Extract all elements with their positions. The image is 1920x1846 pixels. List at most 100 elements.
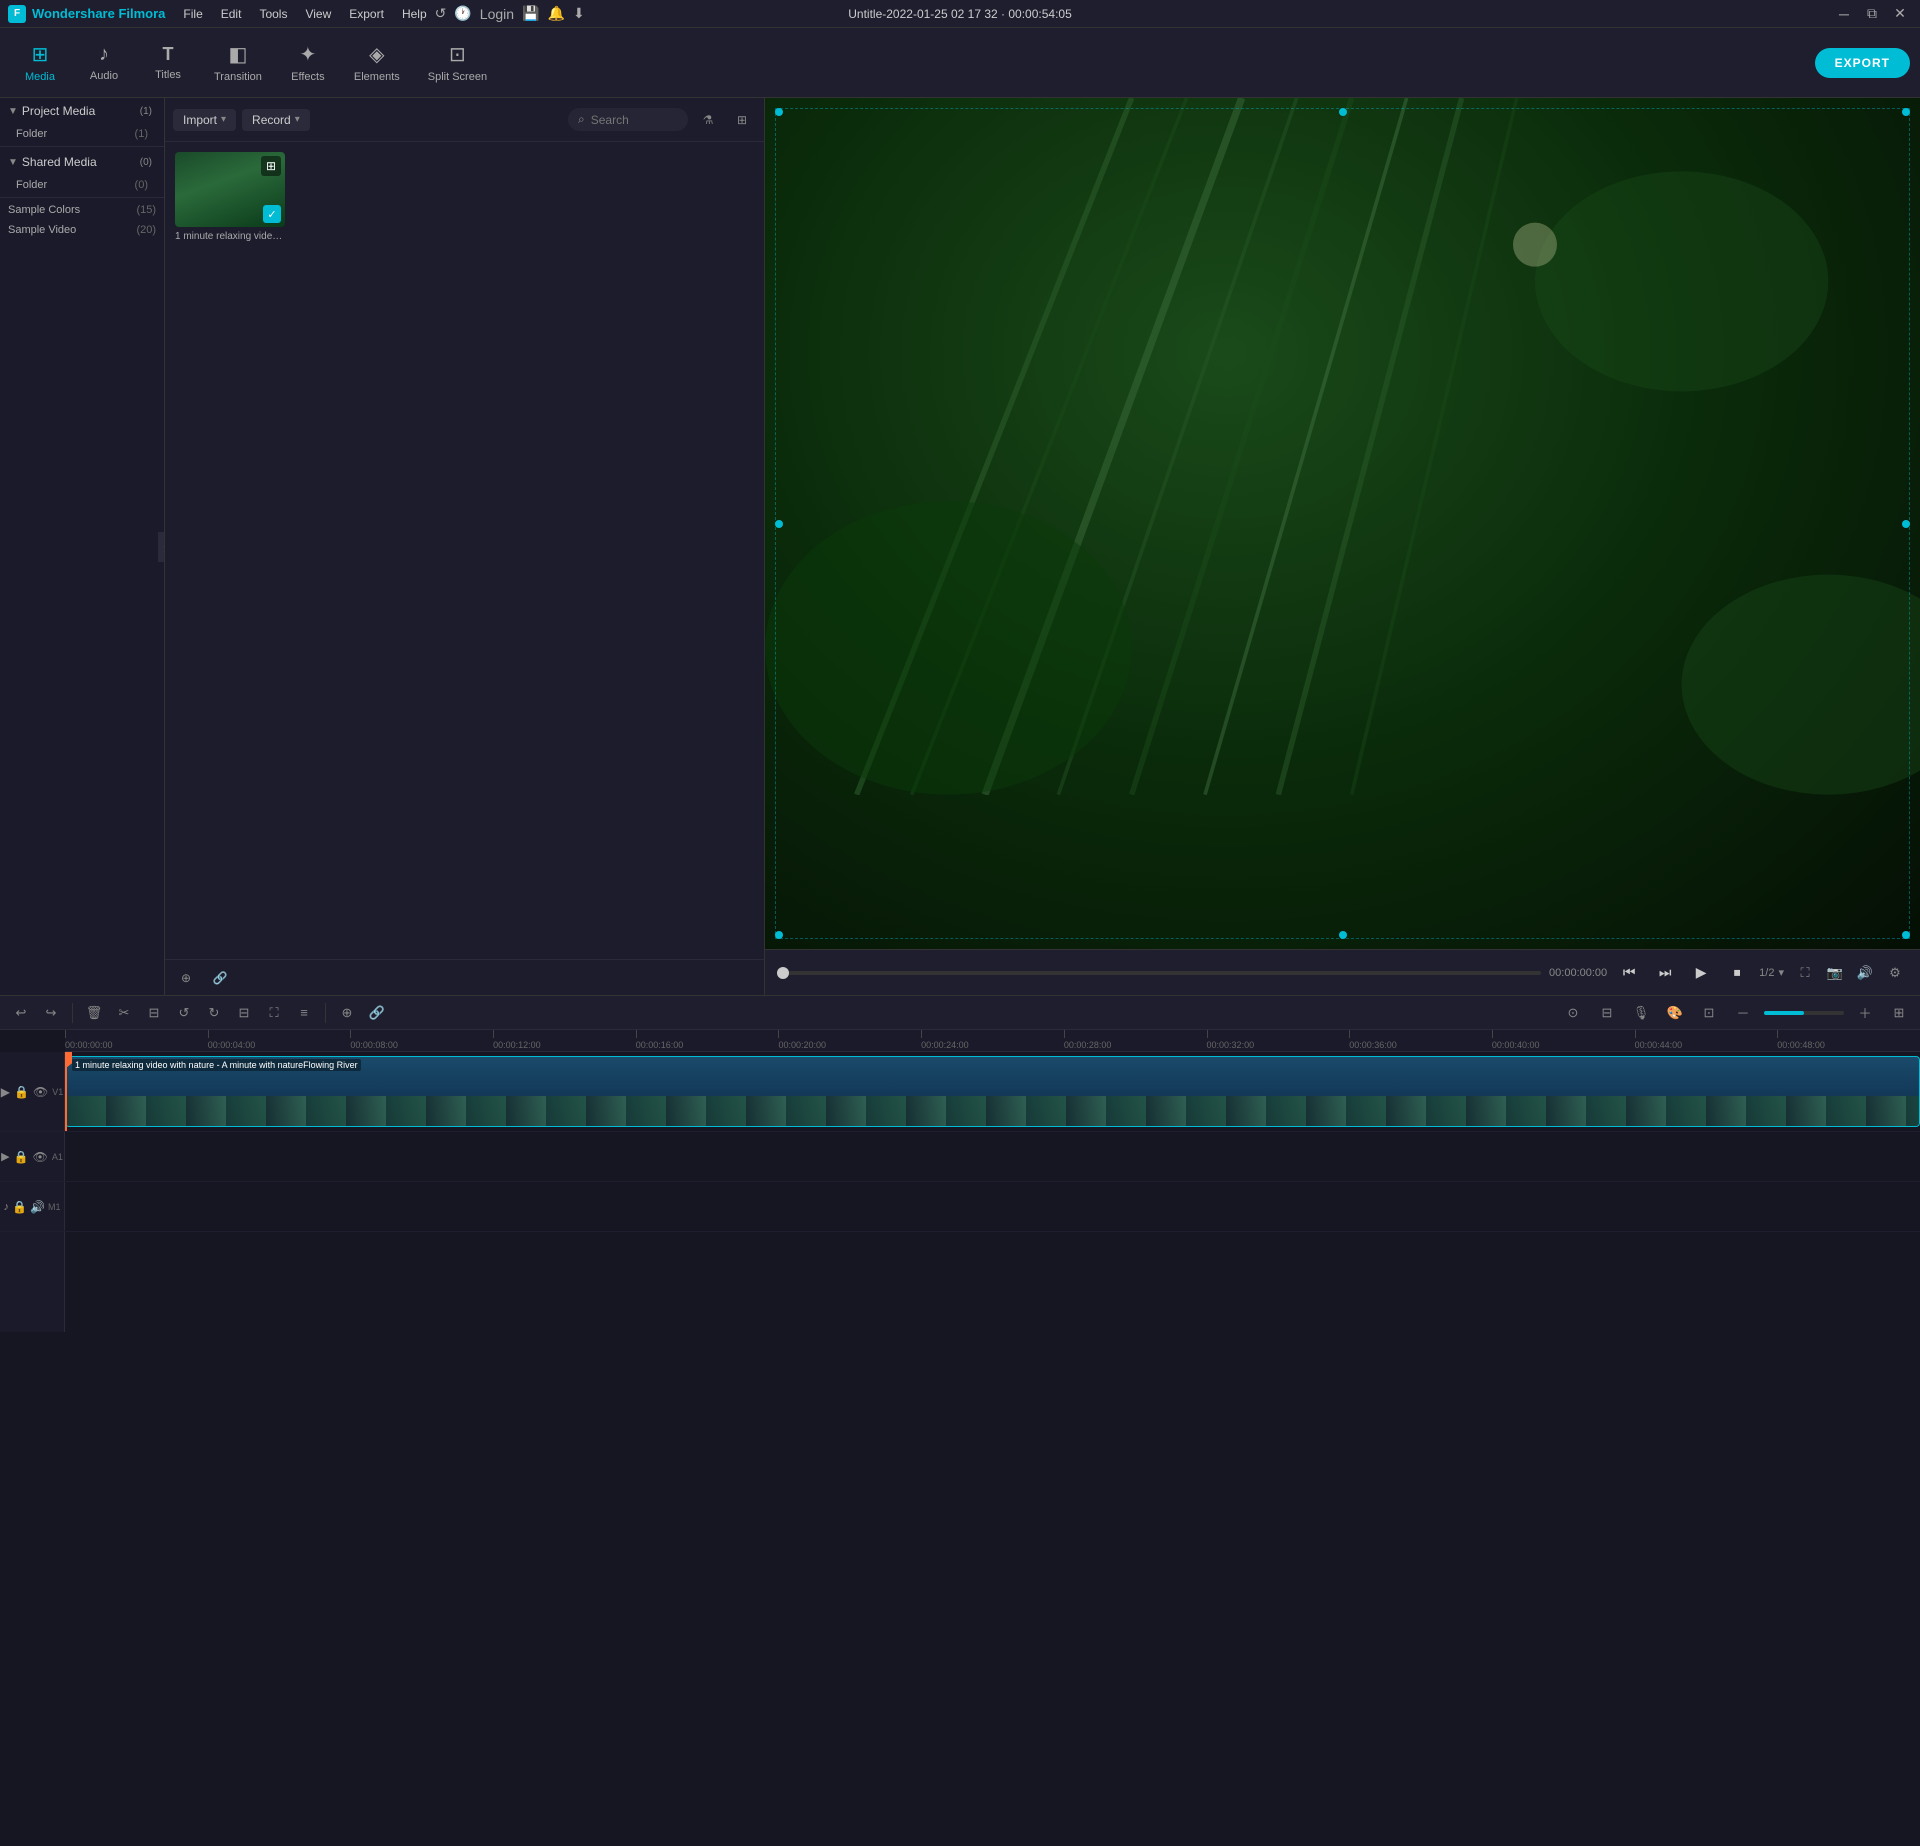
menu-view[interactable]: View [297, 5, 339, 23]
settings-icon[interactable]: ⚙ [1882, 960, 1908, 986]
clock-icon[interactable]: 🕐 [454, 5, 471, 22]
restore-button[interactable]: ⧉ [1860, 2, 1884, 26]
record-button[interactable]: Record ▾ [242, 109, 310, 131]
tool-effects[interactable]: ✦ Effects [278, 36, 338, 89]
fullscreen-icon[interactable]: ⛶ [1792, 960, 1818, 986]
download-icon[interactable]: ⬇ [573, 5, 585, 22]
delete-button[interactable]: 🗑 [81, 1000, 107, 1026]
elements-label: Elements [354, 71, 400, 83]
music-lock[interactable]: 🔒 [12, 1200, 27, 1214]
sample-colors-row[interactable]: Sample Colors (15) [0, 200, 164, 220]
export-button[interactable]: EXPORT [1815, 48, 1910, 78]
link-button[interactable]: 🔗 [207, 965, 233, 991]
corner-dot-topleft[interactable] [775, 108, 783, 116]
corner-dot-bottom[interactable] [1339, 931, 1347, 939]
tool-titles[interactable]: T Titles [138, 38, 198, 87]
user-login[interactable]: Login [480, 6, 514, 22]
minimize-button[interactable]: ─ [1832, 2, 1856, 26]
stabilize-button[interactable]: ⊡ [1696, 1000, 1722, 1026]
music-eye[interactable]: 🔊 [30, 1200, 45, 1214]
menu-help[interactable]: Help [394, 5, 435, 23]
subtitle-button[interactable]: ⊟ [231, 1000, 257, 1026]
preview-panel: 00:00:00:00 ⏮ ⏭ ▶ ⏹ 1/2 ▾ ⛶ 📷 🔊 ⚙ [765, 98, 1920, 995]
preview-progress-bar[interactable] [777, 971, 1541, 975]
music-label: M1 [48, 1202, 61, 1212]
project-media-folder[interactable]: Folder (1) [0, 124, 164, 144]
motion-track-button[interactable]: ⊙ [1560, 1000, 1586, 1026]
video-clip[interactable]: 1 minute relaxing video with nature - A … [65, 1056, 1920, 1127]
corner-dot-left[interactable] [775, 520, 783, 528]
snapshot-icon[interactable]: 📷 [1822, 960, 1848, 986]
stop-button[interactable]: ⏹ [1723, 959, 1751, 987]
tool-transition[interactable]: ◧ Transition [202, 36, 274, 89]
zoom-slider[interactable] [1764, 1011, 1844, 1015]
audio-1-icon: ▶ [1, 1150, 9, 1163]
corner-dot-top[interactable] [1339, 108, 1347, 116]
fullscreen-timeline-button[interactable]: ⛶ [261, 1000, 287, 1026]
media-item-0[interactable]: ⊞ ✓ 1 minute relaxing video ... [175, 152, 295, 242]
tool-media[interactable]: ⊞ Media [10, 36, 70, 89]
fit-button[interactable]: ⊞ [1886, 1000, 1912, 1026]
prev-frame-button[interactable]: ⏭ [1651, 959, 1679, 987]
audio-1-eye[interactable]: 👁 [33, 1150, 48, 1164]
save-icon[interactable]: 💾 [522, 5, 539, 22]
audio-1-lock[interactable]: 🔒 [14, 1150, 29, 1164]
tool-elements[interactable]: ◈ Elements [342, 36, 412, 89]
notification-icon[interactable]: 🔔 [548, 5, 565, 22]
search-input[interactable] [591, 113, 671, 127]
cut-button[interactable]: ✂ [111, 1000, 137, 1026]
volume-icon[interactable]: 🔊 [1852, 960, 1878, 986]
import-button[interactable]: Import ▾ [173, 109, 236, 131]
menu-tools[interactable]: Tools [251, 5, 295, 23]
record-label: Record [252, 113, 291, 127]
progress-handle[interactable] [777, 967, 789, 979]
undo-button[interactable]: ↩ [8, 1000, 34, 1026]
plus-zoom-button[interactable]: ＋ [1852, 1000, 1878, 1026]
rotate-left-button[interactable]: ↺ [171, 1000, 197, 1026]
redo-button[interactable]: ↪ [38, 1000, 64, 1026]
voice-button[interactable]: 🎙 [1628, 1000, 1654, 1026]
filter-button[interactable]: ⚗ [694, 106, 722, 134]
corner-dot-bottomleft[interactable] [775, 931, 783, 939]
crop-button[interactable]: ⊟ [141, 1000, 167, 1026]
menu-export[interactable]: Export [341, 5, 392, 23]
play-button[interactable]: ▶ [1687, 959, 1715, 987]
rotate-right-button[interactable]: ↻ [201, 1000, 227, 1026]
video-track-eye[interactable]: 👁 [33, 1085, 48, 1099]
project-media-section[interactable]: ▼ Project Media (1) [0, 98, 164, 124]
grid-view-button[interactable]: ⊞ [728, 106, 756, 134]
ruler-mark-4: 00:00:16:00 [636, 1030, 684, 1051]
search-bar[interactable]: ⌕ [568, 108, 688, 131]
minus-zoom-button[interactable]: － [1730, 1000, 1756, 1026]
ruler-mark-2: 00:00:08:00 [350, 1030, 398, 1051]
link-clip-button[interactable]: 🔗 [364, 1000, 390, 1026]
playhead [65, 1052, 67, 1131]
add-track-button[interactable]: ⊕ [334, 1000, 360, 1026]
window-title: Untitle-2022-01-25 02 17 32 · 00:00:54:0… [848, 7, 1072, 21]
main-layout: ▼ Project Media (1) Folder (1) ▼ Shared … [0, 98, 1920, 995]
color-button[interactable]: 🎨 [1662, 1000, 1688, 1026]
mask-button[interactable]: ⊟ [1594, 1000, 1620, 1026]
ruler-mark-12: 00:00:48:00 [1777, 1030, 1825, 1051]
corner-dot-right[interactable] [1902, 520, 1910, 528]
effects-label: Effects [291, 71, 324, 83]
add-media-button[interactable]: ⊕ [173, 965, 199, 991]
menu-file[interactable]: File [175, 5, 210, 23]
video-track-label: V1 [52, 1087, 63, 1097]
corner-dot-bottomright[interactable] [1902, 931, 1910, 939]
shared-media-folder[interactable]: Folder (0) [0, 175, 164, 195]
close-button[interactable]: ✕ [1888, 2, 1912, 26]
backup-icon[interactable]: ↺ [435, 5, 447, 22]
adjust-button[interactable]: ≡ [291, 1000, 317, 1026]
effects-icon: ✦ [300, 42, 317, 67]
tool-audio[interactable]: ♪ Audio [74, 37, 134, 88]
corner-dot-topright[interactable] [1902, 108, 1910, 116]
panel-collapse-button[interactable]: ‹ [158, 532, 165, 562]
shared-media-section[interactable]: ▼ Shared Media (0) [0, 149, 164, 175]
quality-selector[interactable]: 1/2 ▾ [1759, 966, 1784, 979]
sample-video-row[interactable]: Sample Video (20) [0, 220, 164, 240]
menu-edit[interactable]: Edit [213, 5, 250, 23]
tool-splitscreen[interactable]: ⊡ Split Screen [416, 36, 499, 89]
video-track-lock[interactable]: 🔒 [14, 1085, 29, 1099]
rewind-button[interactable]: ⏮ [1615, 959, 1643, 987]
